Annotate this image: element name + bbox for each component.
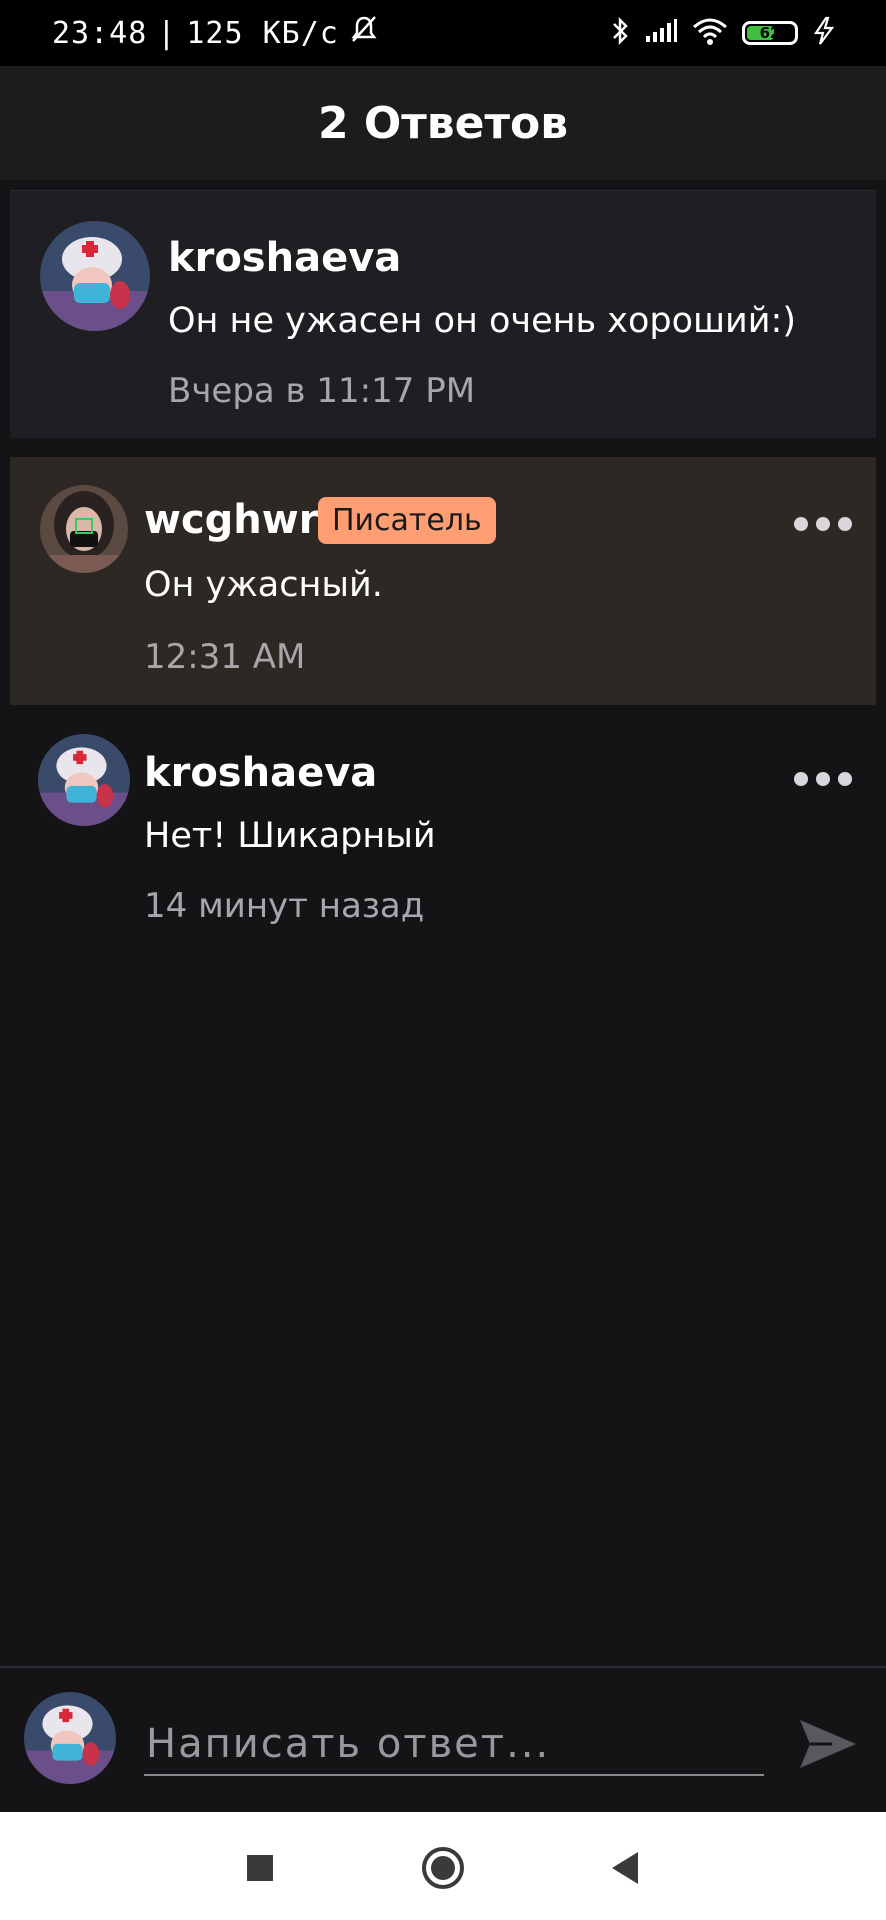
back-button[interactable]: [598, 1840, 654, 1896]
signal-icon: [644, 18, 678, 48]
comment-text: Нет! Шикарный: [144, 816, 436, 856]
dot-icon: [816, 517, 830, 531]
status-bar: 23:48 | 125 КБ/с 62: [0, 0, 886, 66]
dot-icon: [838, 772, 852, 786]
username[interactable]: kroshaeva: [144, 750, 377, 796]
send-icon: [800, 1720, 856, 1768]
comment-text: Он не ужасен он очень хороший:): [168, 301, 796, 341]
username[interactable]: kroshaeva: [168, 235, 401, 281]
reply-item[interactable]: kroshaeva Нет! Шикарный 14 минут назад: [10, 720, 876, 950]
dot-icon: [816, 772, 830, 786]
dot-icon: [838, 517, 852, 531]
avatar[interactable]: [40, 221, 150, 331]
mute-bell-icon: [349, 14, 379, 52]
avatar[interactable]: [38, 734, 130, 826]
status-time: 23:48: [52, 15, 148, 51]
comment-timestamp: 12:31 AM: [144, 637, 306, 677]
username[interactable]: wcghwr: [144, 497, 318, 543]
send-button[interactable]: [796, 1712, 860, 1776]
status-separator: |: [157, 15, 177, 51]
network-speed: 125 КБ/с: [186, 15, 339, 51]
more-options-button[interactable]: [794, 517, 852, 531]
battery-icon: 62: [742, 21, 798, 45]
battery-level: 62: [759, 24, 781, 42]
comment-item[interactable]: kroshaeva Он не ужасен он очень хороший:…: [10, 190, 876, 438]
reply-input[interactable]: [144, 1714, 764, 1776]
comment-timestamp: 14 минут назад: [144, 886, 425, 926]
square-icon: [247, 1855, 273, 1881]
status-left: 23:48 | 125 КБ/с: [52, 14, 379, 52]
page-title: 2 Ответов: [317, 97, 569, 149]
current-user-avatar: [24, 1692, 116, 1784]
recents-button[interactable]: [232, 1840, 288, 1896]
reply-bar: [0, 1666, 886, 1812]
dot-icon: [794, 772, 808, 786]
home-circle-icon: [422, 1847, 464, 1889]
charging-icon: [812, 16, 836, 50]
dot-icon: [794, 517, 808, 531]
reply-item[interactable]: wcghwr Писатель Он ужасный. 12:31 AM: [10, 457, 876, 705]
header: 2 Ответов: [0, 66, 886, 180]
status-right: 62: [610, 16, 836, 50]
wifi-icon: [692, 17, 728, 49]
system-nav-bar: [0, 1812, 886, 1920]
home-button[interactable]: [415, 1840, 471, 1896]
bluetooth-icon: [610, 16, 630, 50]
comment-timestamp: Вчера в 11:17 PM: [168, 371, 476, 411]
more-options-button[interactable]: [794, 772, 852, 786]
avatar[interactable]: [40, 485, 128, 573]
back-triangle-icon: [612, 1852, 638, 1884]
comment-text: Он ужасный.: [144, 565, 383, 605]
role-badge: Писатель: [318, 497, 496, 544]
